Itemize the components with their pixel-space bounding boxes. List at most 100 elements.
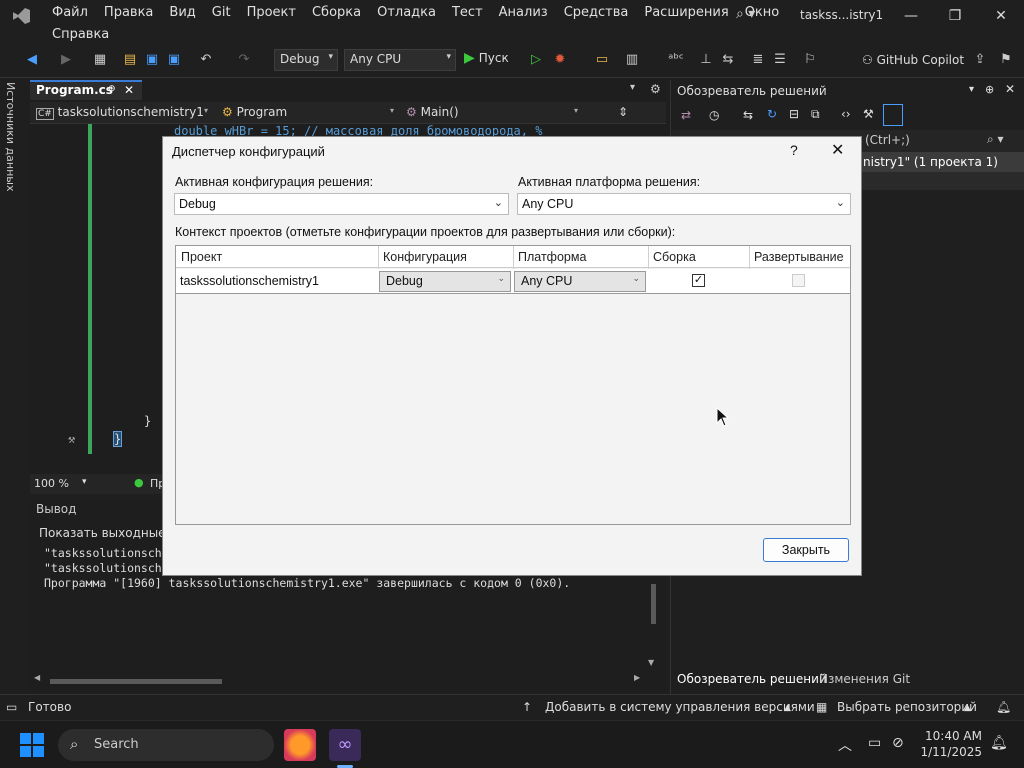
brush-icon[interactable]: ⚒ [68,432,75,446]
add-to-vcs[interactable]: Добавить в систему управления версиями [545,700,815,714]
firefox-icon[interactable] [284,729,316,761]
deploy-checkbox[interactable] [792,274,805,287]
close-icon[interactable]: ✕ [1005,82,1015,96]
column-deploy[interactable]: Развертывание [754,250,844,264]
feedback-icon[interactable]: ⚑ [998,52,1014,68]
windows-start-icon[interactable] [20,733,44,757]
horizontal-scrollbar[interactable]: ◀ ▶ [34,673,644,686]
compare-icon[interactable]: ⇆ [720,52,736,68]
start-button[interactable]: ▶ Пуск [464,50,509,66]
chevron-up-icon[interactable]: ︿ [838,735,852,755]
visual-studio-icon[interactable]: ∞ [329,729,361,761]
close-tab-icon[interactable]: ✕ [124,83,134,97]
pin-icon[interactable]: ⊕ [985,83,994,96]
column-build[interactable]: Сборка [653,250,696,264]
menu-file[interactable]: Файл [44,2,96,24]
split-icon[interactable]: ⇕ [614,104,634,122]
redo-icon[interactable]: ↷ [236,52,252,68]
menu-edit[interactable]: Правка [96,2,161,24]
active-platform-combo[interactable]: Any CPU ⌄ [517,193,851,215]
switch-view-icon[interactable]: ⇆ [743,108,753,122]
refresh-icon[interactable]: ↻ [767,107,777,121]
chevron-up-icon[interactable]: ▲ [784,703,791,713]
chevron-up-icon[interactable]: ▲ [964,703,971,713]
chevron-down-icon[interactable]: ▾ [630,82,635,93]
forward-icon[interactable]: ▶ [58,52,74,68]
platform-combo[interactable]: Any CPU ▾ [344,49,456,71]
list-icon[interactable]: ☰ [772,52,788,68]
copy-icon[interactable]: ⧉ [811,107,820,122]
build-checkbox[interactable]: ✓ [692,274,705,287]
project-nav-combo[interactable]: C# tasksolutionschemistry1 ▾ [32,104,212,122]
taskbar-search[interactable]: ⌕ Search [58,729,274,761]
close-window-icon[interactable]: ✕ [986,4,1016,28]
wrench-icon[interactable]: ⚒ [863,107,874,121]
chevron-down-icon[interactable]: ▾ [969,84,974,95]
active-config-combo[interactable]: Debug ⌄ [174,193,509,215]
bookmark-icon[interactable]: ⚐ [802,52,818,68]
select-repository[interactable]: Выбрать репозиторий [837,700,977,714]
layout-icon[interactable]: ▥ [624,52,640,68]
volume-icon[interactable]: ⊘ [892,735,904,751]
menu-git[interactable]: Git [204,2,239,24]
hot-reload-icon[interactable]: ✹ [552,52,568,68]
close-dialog-icon[interactable]: ✕ [831,140,844,160]
menu-help[interactable]: Справка [44,24,117,46]
history-icon[interactable]: ◷ [709,108,719,122]
folder-icon[interactable]: ▭ [594,52,610,68]
share-icon[interactable]: ⇪ [972,52,988,68]
row-configuration-combo[interactable]: Debug ⌄ [379,271,511,292]
bell-icon[interactable]: 🔔︎ [996,700,1011,714]
back-icon[interactable]: ◀ [24,52,40,68]
help-button[interactable]: ? [790,142,798,158]
column-configuration[interactable]: Конфигурация [383,250,467,264]
preview-icon[interactable] [883,104,903,126]
undo-icon[interactable]: ↶ [198,52,214,68]
close-button[interactable]: Закрыть [763,538,849,562]
minimize-icon[interactable]: — [896,4,926,28]
member-nav-combo[interactable]: ⚙ Main() ▾ [402,104,582,122]
open-icon[interactable]: ▤ [122,52,138,68]
tab-solution-explorer[interactable]: Обозреватель решений [677,672,827,686]
menu-test[interactable]: Тест [444,2,491,24]
list-icon[interactable]: ≣ [750,52,766,68]
start-without-debug-icon[interactable]: ▷ [528,52,544,68]
class-nav-combo[interactable]: ⚙ Program ▾ [218,104,398,122]
github-copilot-button[interactable]: ⚇ GitHub Copilot [862,53,964,67]
column-project[interactable]: Проект [181,250,222,264]
network-icon[interactable]: ▭ [868,735,881,751]
sync-icon[interactable]: ⇄ [681,108,691,122]
gear-icon[interactable]: ⚙ [650,82,661,96]
save-icon[interactable]: ▣ [144,52,160,68]
row-platform-combo[interactable]: Any CPU ⌄ [514,271,646,292]
clock-date: 1/11/2025 [920,745,982,759]
tab-git-changes[interactable]: Изменения Git [819,672,910,686]
restore-icon[interactable]: ❐ [940,4,970,28]
spellcheck-icon[interactable]: ᵃᵇᶜ [668,52,684,68]
search-icon[interactable]: ⌕ ▾ [736,6,755,22]
data-sources-tab[interactable]: Источники данных [0,80,26,694]
menu-analyze[interactable]: Анализ [491,2,556,24]
notification-icon[interactable]: 🔔︎ [990,735,1008,751]
column-platform[interactable]: Платформа [518,250,586,264]
menu-extensions[interactable]: Расширения [636,2,736,24]
new-project-icon[interactable]: ▦ [92,52,108,68]
clock[interactable]: 10:40 AM 1/11/2025 [920,728,982,760]
code-brace[interactable]: } [112,431,123,447]
menu-debug[interactable]: Отладка [369,2,444,24]
code-brace[interactable]: } [144,414,151,428]
menu-view[interactable]: Вид [161,2,203,24]
chevron-down-icon[interactable]: ▾ [82,477,87,487]
code-icon[interactable]: ‹› [841,107,851,121]
collapse-icon[interactable]: ⊟ [789,107,799,121]
tab-program-cs[interactable]: Program.cs ⊕ ✕ [30,80,142,100]
configuration-combo[interactable]: Debug ▾ [274,49,338,71]
align-icon[interactable]: ⊥ [698,52,714,68]
menu-project[interactable]: Проект [239,2,304,24]
save-all-icon[interactable]: ▣ [166,52,182,68]
zoom-level[interactable]: 100 % [34,477,69,490]
vertical-scrollbar[interactable]: ▼ [648,584,660,674]
pin-icon[interactable]: ⊕ [108,84,116,94]
menu-build[interactable]: Сборка [304,2,369,24]
menu-tools[interactable]: Средства [556,2,637,24]
